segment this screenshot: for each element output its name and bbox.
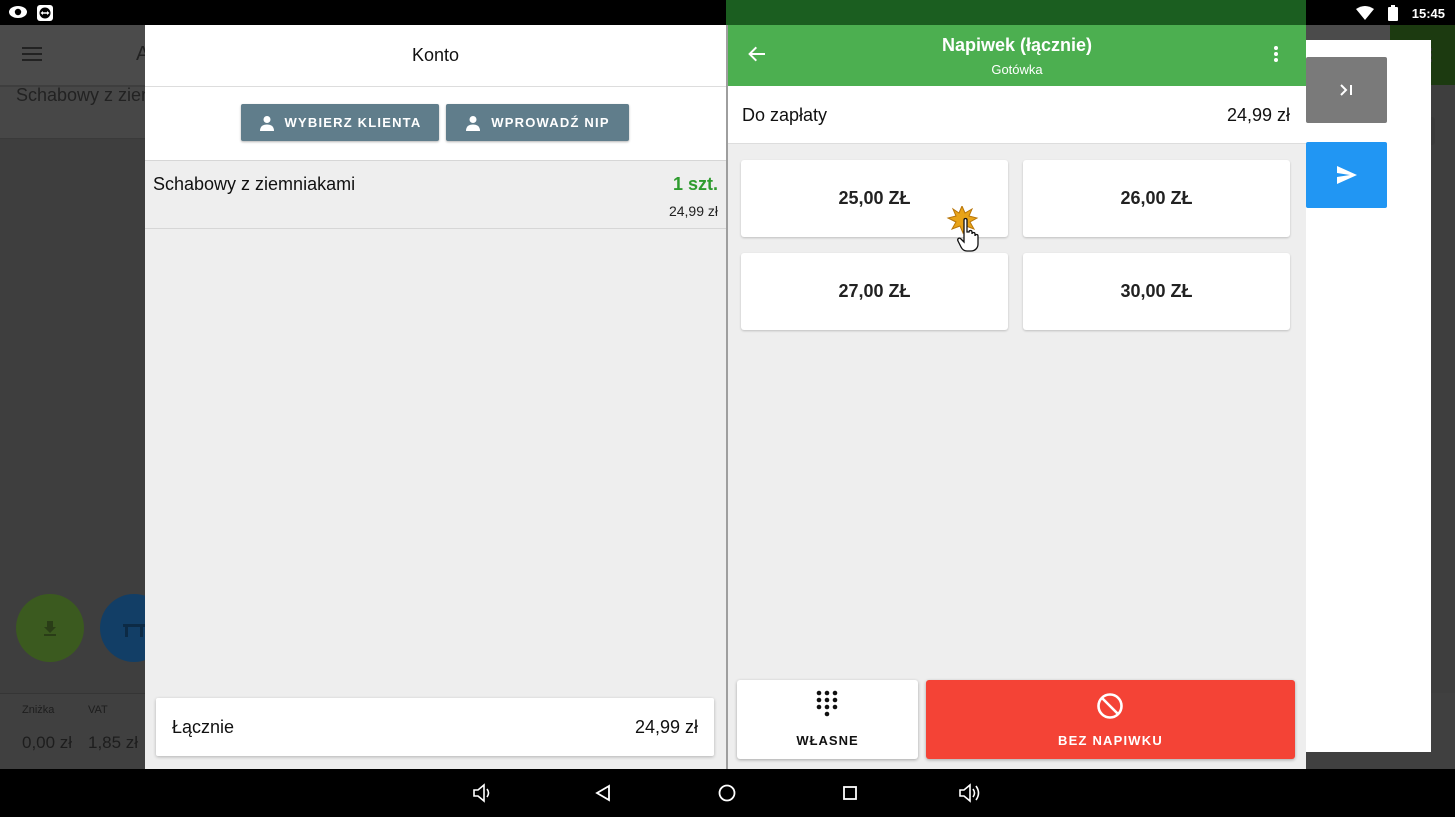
person-icon <box>466 115 481 131</box>
table-icon <box>123 624 145 637</box>
recents-square-icon <box>843 786 857 800</box>
client-buttons-row: WYBIERZ KLIENTA WPROWADŹ NIP <box>145 87 726 161</box>
item-quantity: 1 szt. <box>672 174 718 194</box>
tip-amount-button[interactable]: 27,00 ZŁ <box>741 253 1008 330</box>
tip-panel: Napiwek (łącznie) Gotówka Do zapłaty 24,… <box>728 25 1306 769</box>
touch-cursor-icon <box>946 206 979 252</box>
volume-up-button[interactable] <box>957 781 983 805</box>
enter-nip-label: WPROWADŹ NIP <box>491 115 610 130</box>
send-button[interactable] <box>1306 142 1387 208</box>
tip-subtitle: Gotówka <box>991 62 1043 77</box>
tip-amount-button[interactable]: 26,00 ZŁ <box>1023 160 1290 237</box>
back-button[interactable] <box>590 781 616 805</box>
account-title: Konto <box>411 45 460 65</box>
back-triangle-icon <box>595 784 610 802</box>
amount-due-label: Do zapłaty <box>742 105 828 125</box>
wifi-icon <box>1355 6 1374 20</box>
discount-value: 0,00 zł <box>22 733 73 752</box>
recents-button[interactable] <box>837 781 863 805</box>
skip-button[interactable] <box>1306 57 1387 123</box>
custom-amount-label: WŁASNE <box>796 733 859 748</box>
total-label: Łącznie <box>172 717 235 737</box>
volume-down-icon <box>473 783 490 803</box>
home-circle-icon <box>718 784 736 802</box>
vat-label: VAT <box>88 704 108 716</box>
dialpad-icon <box>816 690 838 717</box>
account-panel: Konto WYBIERZ KLIENTA WPROWADŹ NIP Schab… <box>145 25 726 769</box>
skip-next-icon <box>1339 84 1352 96</box>
list-item[interactable]: Schabowy z ziemniakami 1 szt. 24,99 zł <box>145 162 726 229</box>
download-icon <box>44 621 56 636</box>
amount-due-value: 24,99 zł <box>1226 105 1290 125</box>
enter-nip-button[interactable]: WPROWADŹ NIP <box>446 104 629 141</box>
person-icon <box>259 115 274 131</box>
menu-icon <box>22 47 42 65</box>
no-tip-button[interactable]: BEZ NAPIWKU <box>926 680 1295 759</box>
eye-icon <box>9 6 27 18</box>
block-icon <box>1097 693 1123 719</box>
navigation-bar <box>0 769 1455 817</box>
volume-down-button[interactable] <box>470 781 496 805</box>
account-header: Konto <box>145 25 726 87</box>
tip-title: Napiwek (łącznie) <box>941 35 1093 55</box>
choose-client-label: WYBIERZ KLIENTA <box>284 115 422 130</box>
discount-label: Zniżka <box>22 704 55 716</box>
download-fab <box>16 594 84 662</box>
tip-header: Napiwek (łącznie) Gotówka <box>728 25 1306 86</box>
total-card: Łącznie 24,99 zł <box>156 698 714 756</box>
vat-value: 1,85 zł <box>88 733 139 752</box>
tip-amount-button[interactable]: 30,00 ZŁ <box>1023 253 1290 330</box>
more-vert-icon[interactable] <box>1268 46 1284 66</box>
tip-status-strip <box>726 0 1306 25</box>
volume-up-icon <box>959 783 980 803</box>
custom-amount-button[interactable]: WŁASNE <box>737 680 918 759</box>
item-name: Schabowy z ziemniakami <box>153 174 356 194</box>
battery-icon <box>1387 5 1398 21</box>
choose-client-button[interactable]: WYBIERZ KLIENTA <box>241 104 439 141</box>
no-tip-label: BEZ NAPIWKU <box>1058 733 1163 748</box>
clock: 15:45 <box>1411 5 1445 21</box>
teamviewer-icon <box>37 5 53 21</box>
amount-due-row: Do zapłaty 24,99 zł <box>728 86 1306 144</box>
total-value: 24,99 zł <box>634 717 698 737</box>
background-search-text: Schabowy z ziemniakami <box>16 85 145 105</box>
home-button[interactable] <box>714 781 740 805</box>
item-price: 24,99 zł <box>668 203 718 219</box>
send-icon <box>1336 166 1357 184</box>
